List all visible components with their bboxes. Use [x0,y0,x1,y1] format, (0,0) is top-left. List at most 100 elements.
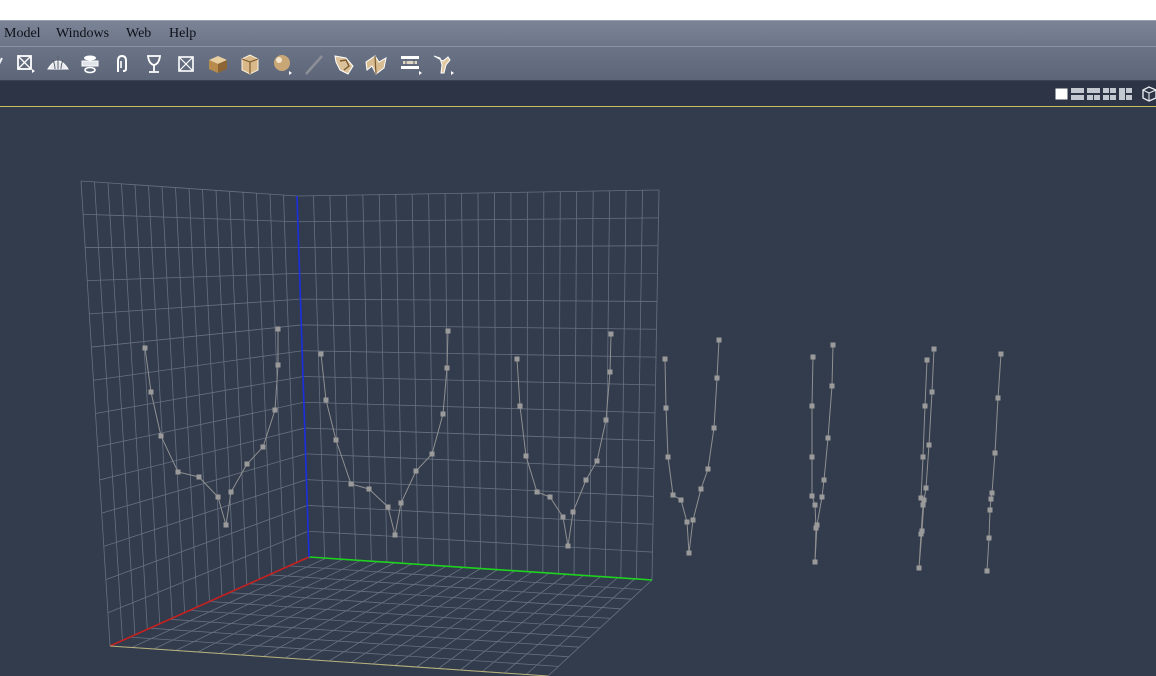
control-point [275,326,281,332]
3d-viewport[interactable] [0,107,1156,676]
grid-line [101,453,306,514]
control-point [534,489,540,495]
control-point [514,356,520,362]
goblet-icon[interactable] [142,52,166,76]
control-point [821,477,827,483]
lathe-icon[interactable] [78,52,102,76]
control-point [698,486,704,492]
camera-icon[interactable] [1141,85,1156,103]
menu-help[interactable]: Help [169,26,196,42]
control-point [398,500,404,506]
menu-windows[interactable]: Windows [56,26,109,42]
control-point [663,405,669,411]
control-point [684,519,690,525]
grid-line [269,574,632,600]
scene-canvas[interactable] [0,107,1156,676]
control-point [560,514,566,520]
menu-bar: Model Windows Web Help [0,20,1156,46]
control-point [272,407,278,413]
grid-line [103,479,307,547]
control-point [228,489,234,495]
grid-line [289,565,642,590]
box-wireframe-icon[interactable] [174,52,198,76]
control-point [809,403,815,409]
twist-icon[interactable] [364,52,388,76]
control-point [517,403,523,409]
two-horizontal-views-icon[interactable] [1071,88,1084,100]
control-point [810,354,816,360]
control-point [547,494,553,500]
control-point [812,502,818,508]
grid-line [93,350,303,381]
grid-line [169,618,580,648]
grid-line [229,592,611,619]
single-view-icon[interactable] [1055,88,1068,100]
profile-curve [516,333,612,547]
control-point [565,543,571,549]
toolbar [0,46,1156,81]
slash-icon[interactable] [302,52,326,76]
control-point [705,466,711,472]
control-point [998,351,1004,357]
control-point [923,485,929,491]
control-point [570,509,576,515]
control-point [223,522,229,528]
control-point [440,411,446,417]
menu-model[interactable]: Model [4,26,41,42]
control-point [175,469,181,475]
transform-box-icon[interactable] [13,52,37,76]
control-point [148,389,154,395]
menu-web[interactable]: Web [126,26,151,42]
control-point [931,346,937,352]
control-point [812,559,818,565]
control-point [995,395,1001,401]
three-views-icon[interactable] [1119,88,1132,100]
control-point [670,492,676,498]
control-point [924,357,930,363]
control-point [260,444,266,450]
control-point [711,425,717,431]
control-point [385,504,391,510]
control-point [607,369,613,375]
stack-icon[interactable] [398,52,422,76]
control-point [986,535,992,541]
control-point [921,497,927,503]
control-point [275,362,281,368]
control-point [929,389,935,395]
control-point [922,403,928,409]
control-point [714,375,720,381]
dome-icon[interactable] [46,52,70,76]
control-point [989,490,995,496]
control-point [984,568,990,574]
control-point [603,417,609,423]
sphere-icon[interactable] [270,52,294,76]
control-point [716,337,722,343]
spring-icon[interactable] [332,52,356,76]
control-point [429,451,435,457]
control-point [665,454,671,460]
two-vertical-views-icon[interactable] [1087,88,1100,100]
control-point [413,468,419,474]
clip-icon[interactable] [110,52,134,76]
bend-icon[interactable] [430,52,454,76]
control-point [594,458,600,464]
control-point [158,433,164,439]
bag-icon[interactable] [238,52,262,76]
control-point [690,517,696,523]
control-point [920,454,926,460]
cube-icon[interactable] [206,52,230,76]
control-point [992,450,998,456]
control-point [920,502,926,508]
control-point [987,507,993,513]
control-point [608,331,614,337]
control-point [988,496,994,502]
control-point [366,486,372,492]
control-point [809,454,815,460]
control-point [919,528,925,534]
control-point [244,461,250,467]
control-point [926,442,932,448]
control-point [662,356,668,362]
four-views-icon[interactable] [1103,88,1116,100]
grid-line [209,601,601,629]
control-point [196,474,202,480]
